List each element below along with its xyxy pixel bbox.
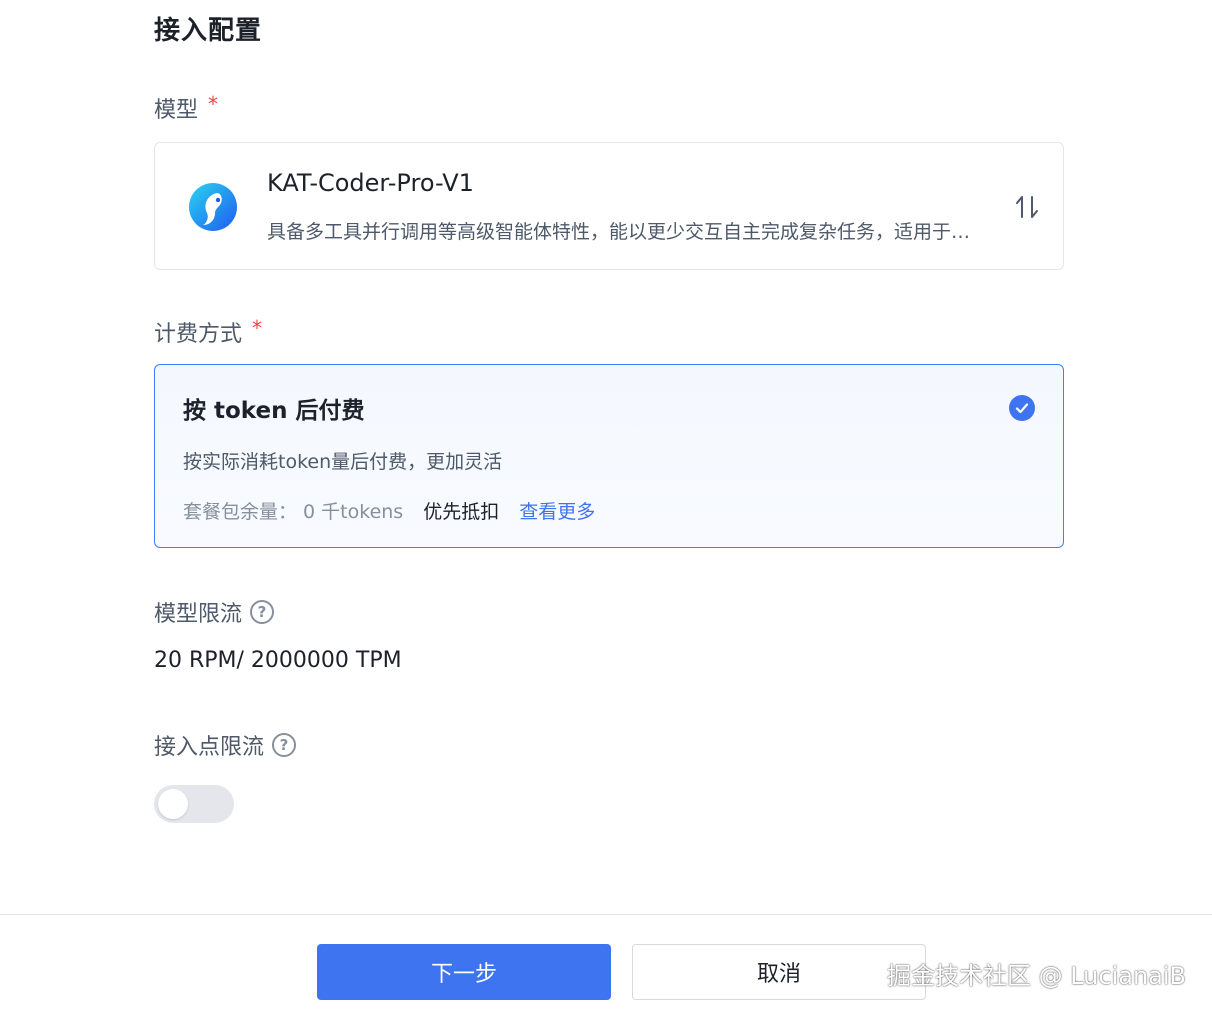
model-rate-limit-text: 模型限流 xyxy=(154,602,243,627)
billing-field-label: 计费方式 * xyxy=(154,316,262,348)
model-field-label: 模型 * xyxy=(154,92,218,124)
question-circle-icon[interactable]: ? xyxy=(272,733,297,757)
page-title: 接入配置 xyxy=(154,16,263,46)
kat-coder-logo-icon xyxy=(189,183,237,231)
watermark: 掘金技术社区 @ LucianaiB xyxy=(886,962,1186,990)
priority-deduction: 优先抵扣 xyxy=(423,501,500,523)
check-circle-icon xyxy=(1009,395,1035,421)
billing-option-card[interactable]: 按 token 后付费 按实际消耗token量后付费，更加灵活 套餐包余量： 0… xyxy=(154,364,1064,548)
package-quota: 套餐包余量： 0 千tokens xyxy=(183,501,404,523)
billing-label-text: 计费方式 xyxy=(154,322,243,347)
endpoint-rate-limit-label: 接入点限流 ? xyxy=(154,729,297,761)
model-select-card[interactable]: KAT-Coder-Pro-V1 具备多工具并行调用等高级智能体特性，能以更少交… xyxy=(154,142,1064,270)
model-name: KAT-Coder-Pro-V1 xyxy=(267,169,474,197)
billing-option-description: 按实际消耗token量后付费，更加灵活 xyxy=(183,451,503,473)
endpoint-rate-limit-toggle[interactable] xyxy=(154,785,234,823)
billing-option-meta: 套餐包余量： 0 千tokens 优先抵扣 查看更多 xyxy=(183,497,595,524)
endpoint-rate-limit-text: 接入点限流 xyxy=(154,735,265,760)
model-rate-limit-label: 模型限流 ? xyxy=(154,596,275,628)
billing-option-title: 按 token 后付费 xyxy=(183,398,365,424)
model-description: 具备多工具并行调用等高级智能体特性，能以更少交互自主完成复杂任务，适用于真实软件… xyxy=(267,221,987,243)
cancel-button[interactable]: 取消 xyxy=(632,944,926,1000)
required-mark: * xyxy=(252,316,263,340)
footer-divider xyxy=(0,914,1212,915)
view-more-link[interactable]: 查看更多 xyxy=(519,497,595,524)
next-step-button[interactable]: 下一步 xyxy=(317,944,611,1000)
toggle-knob xyxy=(158,789,188,819)
model-label-text: 模型 xyxy=(154,98,199,123)
required-mark: * xyxy=(208,92,219,116)
swap-vertical-icon[interactable] xyxy=(1013,193,1041,221)
model-rate-limit-value: 20 RPM/ 2000000 TPM xyxy=(154,648,402,673)
question-circle-icon[interactable]: ? xyxy=(250,600,275,624)
